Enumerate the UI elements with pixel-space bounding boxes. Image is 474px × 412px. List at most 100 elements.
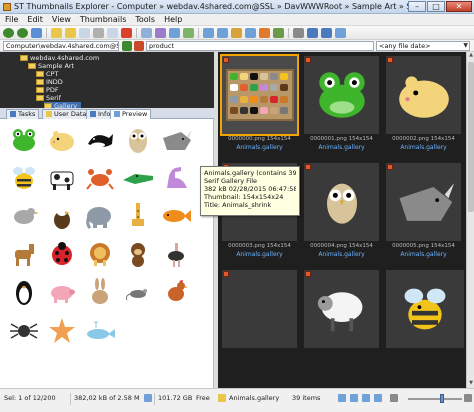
thumbnail-size-icon[interactable]	[203, 27, 214, 38]
paste-icon[interactable]	[107, 27, 118, 38]
toolbar-separator	[136, 27, 137, 38]
scroll-up-icon[interactable]: ▲	[467, 52, 474, 60]
scroll-down-icon[interactable]: ▼	[467, 380, 474, 388]
menu-tools[interactable]: Tools	[135, 15, 155, 24]
tile-checkbox[interactable]	[387, 164, 393, 170]
info-icon	[90, 111, 96, 117]
cut-icon[interactable]	[93, 27, 104, 38]
tab-preview[interactable]: Preview	[110, 109, 152, 119]
folder-icon[interactable]	[51, 27, 62, 38]
tree-item-label: CPT	[46, 70, 59, 78]
new-folder-icon[interactable]	[65, 27, 76, 38]
view-filmstrip-icon[interactable]	[374, 394, 382, 402]
status-separator	[70, 393, 71, 405]
thumbnail-image	[222, 270, 297, 348]
view-mode-icon[interactable]	[217, 27, 228, 38]
tab-user-data[interactable]: User Data	[42, 109, 91, 119]
tree-item-sample-art[interactable]: Sample Art	[28, 62, 74, 70]
tile-gallery-name: Animals.gallery	[236, 251, 283, 258]
tile-checkbox[interactable]	[305, 57, 311, 63]
status-free-space: 101.72 GB	[158, 394, 193, 402]
filter-icon[interactable]	[245, 27, 256, 38]
zoom-in-icon[interactable]	[464, 394, 472, 402]
tree-item-label: Sample Art	[38, 62, 75, 70]
stop-icon[interactable]	[134, 41, 144, 51]
edit-icon[interactable]	[183, 27, 194, 38]
thumbnail-tile[interactable]: 0000005.png 154x154 Animals.gallery	[384, 161, 463, 266]
thumbnail-tile[interactable]: 0000002.png 154x154 Animals.gallery	[384, 54, 463, 159]
tree-item-cpt[interactable]: CPT	[36, 70, 58, 78]
thumbnail-tile[interactable]: 0000004.png 154x154 Animals.gallery	[302, 161, 381, 266]
filter-input[interactable]: product	[146, 41, 374, 51]
toolbar-separator	[198, 27, 199, 38]
minimize-button[interactable]: –	[408, 1, 426, 12]
blue-whale-icon	[82, 313, 118, 347]
slideshow-icon[interactable]	[273, 27, 284, 38]
menu-thumbnails[interactable]: Thumbnails	[80, 15, 126, 24]
menu-edit[interactable]: Edit	[27, 15, 43, 24]
folder-tree: webdav.4shared.com Sample Art CPT INDD P…	[0, 52, 214, 110]
thumbnail-tile[interactable]	[220, 268, 299, 373]
tile-checkbox[interactable]	[305, 271, 311, 277]
zoom-slider-knob[interactable]	[440, 394, 444, 403]
tree-item-label: INDD	[46, 78, 63, 86]
thumbnail-tile[interactable]: 0000000.png 154x154 Animals.gallery	[220, 54, 299, 159]
menu-view[interactable]: View	[52, 15, 71, 24]
maximize-button[interactable]: □	[427, 1, 445, 12]
tree-item-serif[interactable]: Serif	[36, 94, 61, 102]
thumbnail-tile[interactable]	[302, 268, 381, 373]
settings-icon[interactable]	[293, 27, 304, 38]
copy-icon[interactable]	[79, 27, 90, 38]
thumbnail-image	[220, 54, 299, 136]
file-date-select[interactable]: <any file date> ▼	[376, 41, 470, 51]
address-bar[interactable]: Computer\webdav.4shared.com@SSL\DavWW	[3, 41, 119, 51]
tile-checkbox[interactable]	[387, 57, 393, 63]
thumbnail-tile[interactable]	[386, 270, 464, 350]
tasks-icon	[10, 111, 16, 117]
zoom-out-icon[interactable]	[390, 394, 398, 402]
menu-help[interactable]: Help	[164, 15, 182, 24]
tile-checkbox[interactable]	[223, 57, 229, 63]
zoom-slider[interactable]	[408, 398, 462, 400]
hamster-icon	[44, 123, 80, 157]
rotate-icon[interactable]	[259, 27, 270, 38]
menu-file[interactable]: File	[5, 15, 18, 24]
up-folder-icon[interactable]	[31, 27, 42, 38]
help-icon[interactable]	[321, 27, 332, 38]
folder-icon	[36, 87, 44, 93]
tree-item-webdav[interactable]: webdav.4shared.com	[20, 54, 99, 62]
view-list-icon[interactable]	[338, 394, 346, 402]
thumbnail-image	[386, 163, 461, 241]
tab-tasks[interactable]: Tasks	[6, 109, 40, 119]
title-bar: ST Thumbnails Explorer - Computer » webd…	[0, 0, 474, 14]
thumbnail-tile[interactable]: 0000001.png 154x154 Animals.gallery	[302, 54, 381, 159]
address-path: Computer\webdav.4shared.com@SSL\DavWW	[6, 42, 118, 50]
view-details-icon[interactable]	[350, 394, 358, 402]
image-icon[interactable]	[155, 27, 166, 38]
tile-checkbox[interactable]	[223, 271, 229, 277]
tab-label: User Data	[54, 110, 87, 118]
view-thumbnails-icon[interactable]	[362, 394, 370, 402]
info-icon[interactable]	[307, 27, 318, 38]
refresh-icon[interactable]	[141, 27, 152, 38]
vertical-scrollbar[interactable]: ▲ ▼	[466, 52, 474, 388]
delete-icon[interactable]	[121, 27, 132, 38]
hamster-icon	[398, 76, 449, 118]
sort-icon[interactable]	[231, 27, 242, 38]
tree-item-indd[interactable]: INDD	[36, 78, 63, 86]
tooltip-line: Title: Animals_shrink	[204, 201, 272, 209]
lion-icon	[82, 237, 118, 271]
tree-item-pdf[interactable]: PDF	[36, 86, 59, 94]
window-icon[interactable]	[335, 27, 346, 38]
tile-checkbox[interactable]	[305, 164, 311, 170]
tile-gallery-name: Animals.gallery	[318, 251, 365, 258]
scrollbar-thumb[interactable]	[468, 62, 474, 212]
tile-gallery-name: Animals.gallery	[400, 144, 447, 151]
back-icon[interactable]	[3, 27, 14, 38]
monitor-icon[interactable]	[169, 27, 180, 38]
go-icon[interactable]	[122, 41, 132, 51]
forward-icon[interactable]	[17, 27, 28, 38]
tooltip-line: Thumbnail: 154x154x24	[204, 193, 284, 201]
close-button[interactable]: ✕	[446, 1, 472, 12]
ladybug-icon	[44, 237, 80, 271]
